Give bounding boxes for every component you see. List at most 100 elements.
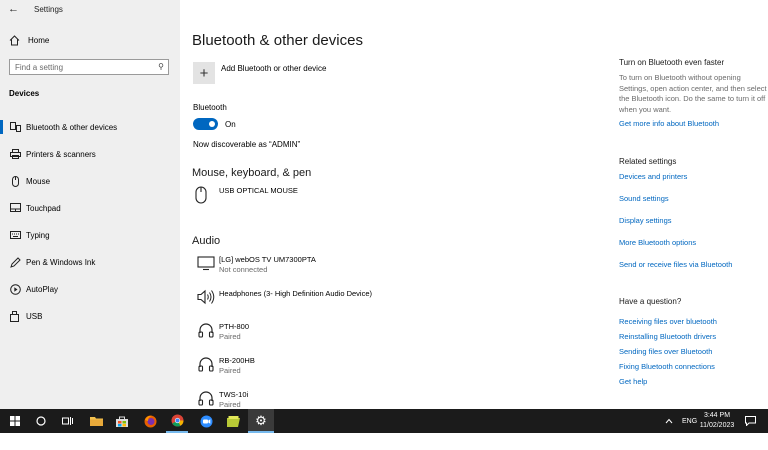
- page-title: Bluetooth & other devices: [192, 32, 363, 49]
- notes-app-button[interactable]: [222, 409, 244, 433]
- bluetooth-state: On: [225, 120, 236, 129]
- sidebar-item-typing[interactable]: Typing: [0, 225, 180, 245]
- toggle-knob: [209, 121, 215, 127]
- audio-section-title: Audio: [192, 235, 221, 247]
- device-item[interactable]: Headphones (3- High Definition Audio Dev…: [193, 289, 372, 305]
- sidebar-item-label: AutoPlay: [26, 284, 59, 294]
- task-view-icon: [61, 417, 73, 425]
- clock-time: 3:44 PM: [703, 412, 731, 419]
- device-item[interactable]: TWS-10i Paired: [193, 390, 248, 409]
- settings-window: ← Settings Home Find a setting ⚲ Devices…: [0, 0, 768, 409]
- device-item[interactable]: PTH-800 Paired: [193, 322, 249, 342]
- sidebar-section-title: Devices: [9, 89, 40, 98]
- settings-taskbar-button[interactable]: ⚙: [248, 409, 274, 433]
- printer-icon: [10, 149, 26, 159]
- link-receiving-files[interactable]: Receiving files over bluetooth: [619, 317, 717, 326]
- store-button[interactable]: [111, 409, 133, 433]
- gear-icon: ⚙: [255, 412, 267, 428]
- mouse-section-title: Mouse, keyboard, & pen: [192, 167, 312, 179]
- device-item[interactable]: USB OPTICAL MOUSE: [193, 186, 298, 204]
- sidebar-item-label: Printers & scanners: [26, 149, 96, 159]
- link-more-bluetooth[interactable]: More Bluetooth options: [619, 238, 696, 247]
- tv-monitor-icon: [193, 255, 219, 271]
- back-arrow-icon[interactable]: ←: [8, 3, 19, 15]
- link-display-settings[interactable]: Display settings: [619, 216, 672, 225]
- search-input[interactable]: Find a setting ⚲: [9, 59, 169, 75]
- sidebar-item-label: USB: [26, 311, 43, 321]
- search-circle-icon: [36, 416, 46, 426]
- store-bag-icon: [116, 416, 128, 427]
- zoom-button[interactable]: [195, 409, 217, 433]
- screen-bottom-margin: [0, 433, 768, 450]
- device-name: USB OPTICAL MOUSE: [219, 186, 298, 195]
- sidebar-item-label: Mouse: [26, 176, 51, 186]
- plus-icon: +: [199, 64, 209, 82]
- sidebar-item-usb[interactable]: USB: [0, 306, 180, 326]
- start-button[interactable]: [4, 409, 26, 433]
- headset-icon: [193, 356, 219, 374]
- firefox-button[interactable]: [139, 409, 161, 433]
- add-device-button[interactable]: +: [193, 62, 215, 84]
- touchpad-icon: [10, 203, 26, 213]
- speaker-icon: [193, 289, 219, 305]
- device-item[interactable]: RB-200HB Paired: [193, 356, 255, 376]
- windows-logo-icon: [10, 416, 20, 426]
- sidebar-item-label: Typing: [26, 230, 50, 240]
- bluetooth-toggle[interactable]: [193, 118, 218, 130]
- notes-icon: [226, 415, 240, 427]
- home-label: Home: [28, 36, 50, 45]
- task-view-button[interactable]: [56, 409, 78, 433]
- add-device-label[interactable]: Add Bluetooth or other device: [221, 64, 326, 73]
- sidebar-item-label: Touchpad: [26, 203, 61, 213]
- notification-icon: [745, 416, 756, 426]
- search-placeholder: Find a setting: [15, 63, 64, 72]
- chevron-up-icon: [665, 418, 673, 424]
- link-send-receive-files[interactable]: Send or receive files via Bluetooth: [619, 260, 732, 269]
- discoverable-text: Now discoverable as “ADMIN”: [193, 140, 301, 149]
- sidebar-item-mouse[interactable]: Mouse: [0, 171, 180, 191]
- sidebar-home[interactable]: Home: [9, 35, 49, 46]
- faster-title: Turn on Bluetooth even faster: [619, 58, 725, 67]
- device-status: Paired: [219, 366, 241, 375]
- headset-icon: [193, 322, 219, 340]
- related-title: Related settings: [619, 157, 677, 166]
- file-explorer-button[interactable]: [85, 409, 107, 433]
- tray-chevron[interactable]: [665, 409, 673, 433]
- device-item[interactable]: [LG] webOS TV UM7300PTA Not connected: [193, 255, 316, 275]
- keyboard-icon: [10, 230, 26, 240]
- search-button[interactable]: [30, 409, 52, 433]
- folder-icon: [89, 417, 103, 426]
- device-status: Paired: [219, 332, 241, 341]
- bluetooth-devices-icon: [10, 122, 26, 132]
- link-devices-printers[interactable]: Devices and printers: [619, 172, 687, 181]
- device-name: RB-200HB: [219, 356, 255, 365]
- link-reinstalling-drivers[interactable]: Reinstalling Bluetooth drivers: [619, 332, 716, 341]
- device-status: Not connected: [219, 265, 268, 274]
- sidebar-item-autoplay[interactable]: AutoPlay: [0, 279, 180, 299]
- link-get-help[interactable]: Get help: [619, 377, 647, 386]
- sidebar-item-label: Bluetooth & other devices: [26, 122, 118, 132]
- sidebar-item-bluetooth[interactable]: Bluetooth & other devices: [0, 117, 180, 137]
- usb-icon: [10, 310, 26, 322]
- search-icon: ⚲: [158, 62, 164, 71]
- device-name: [LG] webOS TV UM7300PTA: [219, 255, 316, 264]
- bluetooth-label: Bluetooth: [193, 103, 227, 112]
- link-sending-files[interactable]: Sending files over Bluetooth: [619, 347, 712, 356]
- bluetooth-info-link[interactable]: Get more info about Bluetooth: [619, 119, 719, 128]
- link-sound-settings[interactable]: Sound settings: [619, 194, 669, 203]
- chrome-icon: [171, 414, 183, 427]
- autoplay-icon: [10, 283, 26, 295]
- sidebar-item-label: Pen & Windows Ink: [26, 257, 96, 267]
- window-title: Settings: [34, 5, 63, 14]
- link-fixing-connections[interactable]: Fixing Bluetooth connections: [619, 362, 715, 371]
- clock[interactable]: 3:44 PM 11/02/2023: [695, 411, 739, 431]
- sidebar-item-printers[interactable]: Printers & scanners: [0, 144, 180, 164]
- sidebar-item-touchpad[interactable]: Touchpad: [0, 198, 180, 218]
- sidebar-item-pen[interactable]: Pen & Windows Ink: [0, 252, 180, 272]
- chrome-button[interactable]: [166, 409, 188, 433]
- mouse-icon: [188, 186, 214, 204]
- home-icon: [9, 35, 20, 46]
- taskbar: ⚙ ENG 3:44 PM 11/02/2023: [0, 409, 768, 433]
- notifications-button[interactable]: [745, 409, 756, 433]
- clock-date: 11/02/2023: [699, 422, 735, 429]
